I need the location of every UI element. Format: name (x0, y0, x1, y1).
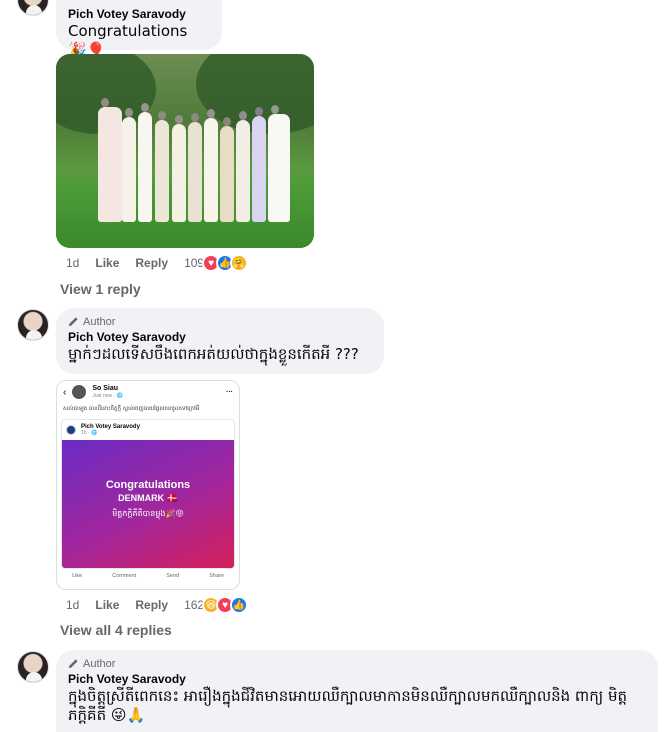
screenshot-header: ‹ So Siau Just now · 🌐 ··· (57, 381, 239, 403)
comment-bubble: Pich Votey Saravody Congratulations 🎉🎈 (56, 0, 222, 59)
comment-bubble: Author Pich Votey Saravody ក្នុងចិត្តស្រ… (56, 650, 658, 732)
photo-person (188, 122, 202, 222)
screenshot-card-header: Pich Votey Saravody 1h · 🌐 (62, 420, 234, 440)
commenter-name[interactable]: Pich Votey Saravody (68, 671, 646, 687)
avatar (72, 385, 87, 399)
care-reaction-icon: 🤗 (230, 254, 249, 272)
screenshot-like: Like (72, 573, 83, 579)
like-reaction-icon: 👍 (230, 596, 249, 614)
screenshot-share: Share (209, 573, 224, 579)
photo-person (172, 124, 186, 222)
author-label: Author (83, 657, 116, 670)
comment-time[interactable]: 1d (66, 598, 79, 612)
photo-person (138, 112, 152, 222)
photo-person (204, 118, 218, 222)
pencil-icon (68, 317, 78, 327)
reply-button[interactable]: Reply (135, 598, 168, 612)
comment-text: ក្នុងចិត្តស្រីតីពេកនេះ អារឿងក្នុងជីវិតមា… (68, 687, 628, 724)
view-replies-link[interactable]: View all 4 replies (60, 622, 172, 638)
author-label: Author (83, 315, 116, 328)
photo-person (236, 120, 250, 222)
commenter-name[interactable]: Pich Votey Saravody (68, 329, 372, 345)
photo-person (252, 116, 266, 222)
photo-person (220, 126, 234, 222)
author-badge: Author (68, 656, 646, 671)
author-badge: Author (68, 314, 372, 329)
screenshot-poster: So Siau Just now · 🌐 (92, 385, 123, 399)
reaction-count[interactable]: 109 (184, 256, 204, 270)
comment-screenshot-image[interactable]: ‹ So Siau Just now · 🌐 ··· សល់បាឡុង បានព… (56, 380, 240, 590)
screenshot-line1: Congratulations (105, 479, 191, 491)
photo-person (98, 107, 122, 222)
photo-person (155, 120, 169, 222)
screenshot-card-time: 1h · 🌐 (81, 430, 98, 436)
pencil-icon (68, 659, 78, 669)
more-icon: ··· (226, 388, 233, 396)
comment-time[interactable]: 1d (66, 256, 79, 270)
screenshot-comment: Comment (112, 573, 137, 579)
screenshot-line2: DENMARK 🇩🇰 (118, 493, 178, 503)
like-button[interactable]: Like (95, 598, 119, 612)
reply-button[interactable]: Reply (135, 256, 168, 270)
like-button[interactable]: Like (95, 256, 119, 270)
view-replies-link[interactable]: View 1 reply (60, 281, 141, 297)
screenshot-post-text: សល់បាឡុង បានពីនោះចិត្តក្ដី ស្ទាន់ចេញបាយផ… (63, 406, 200, 412)
avatar[interactable] (17, 309, 49, 341)
reaction-count[interactable]: 162 (184, 598, 204, 612)
avatar[interactable] (17, 651, 49, 683)
comment-text: ម្នាក់ៗដលទើសចឹងពេកអត់យល់ថាក្នុងខ្លួនកើតអ… (68, 345, 359, 363)
comment-actions: 1d Like Reply 109 ♥ 👍 🤗 (66, 253, 249, 273)
comment-actions: 1d Like Reply 162 😆 ♥ 👍 (66, 595, 249, 615)
screenshot-line3: មិត្តភក្តិគីតីបានម្លុង🎉😝 (112, 509, 184, 518)
screenshot-send: Send (166, 573, 180, 579)
screenshot-shared-card: Pich Votey Saravody 1h · 🌐 Congratulatio… (61, 419, 235, 569)
commenter-name[interactable]: Pich Votey Saravody (68, 6, 210, 22)
comment-photo[interactable] (56, 54, 314, 248)
back-arrow-icon: ‹ (63, 386, 67, 398)
avatar (66, 425, 76, 435)
screenshot-gradient-post: Congratulations DENMARK 🇩🇰 មិត្តភក្តិគីត… (62, 440, 234, 568)
screenshot-action-bar: Like Comment Send Share (57, 569, 239, 583)
avatar[interactable] (17, 0, 49, 16)
photo-person (268, 114, 290, 222)
comment-bubble: Author Pich Votey Saravody ម្នាក់ៗដលទើសច… (56, 308, 384, 374)
photo-person (122, 117, 136, 222)
